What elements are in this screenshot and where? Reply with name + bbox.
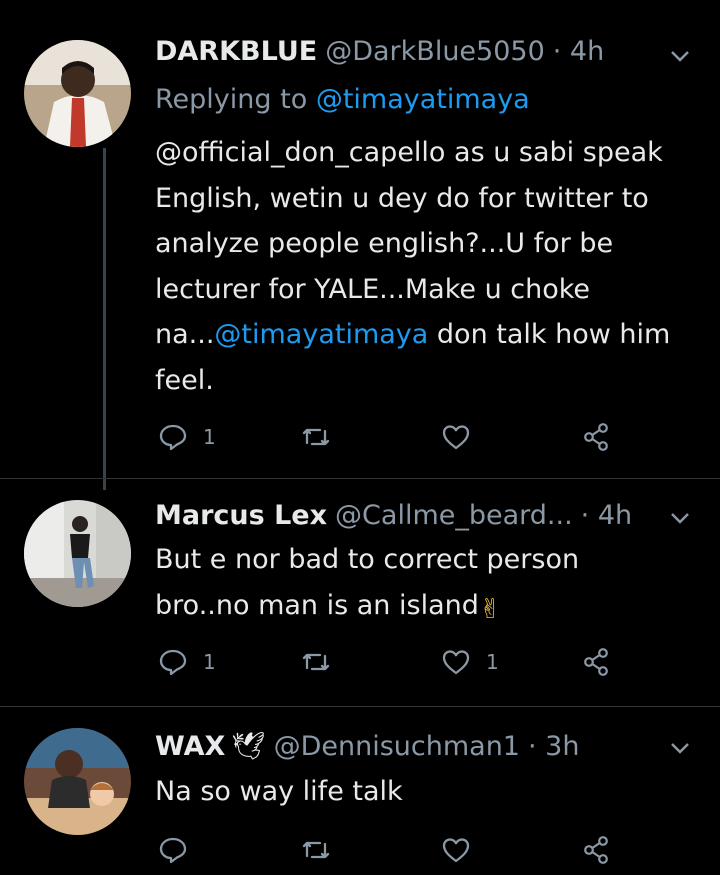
tweet-text: @official_don_capello as u sabi speak En… [155,130,670,403]
reply-icon [159,837,187,864]
reply-icon [159,424,187,451]
avatar[interactable] [24,40,131,147]
tweet-line-text: bro..no man is an island [155,589,479,621]
tweet-line: feel. [155,364,214,396]
avatar[interactable] [24,500,131,607]
like-button[interactable]: 1 [440,646,499,678]
author-row: WAX 🕊 @Dennisuchman1 · 3h [155,730,579,762]
tweet-text: But e nor bad to correct person bro..no … [155,537,579,632]
timestamp[interactable]: · 3h [528,731,579,762]
user-handle[interactable]: @Dennisuchman1 [274,731,520,762]
heart-icon [442,838,470,863]
replying-to-label: Replying to [155,84,316,115]
chevron-down-icon[interactable] [665,503,695,533]
reply-icon [159,649,187,676]
replying-to-mention[interactable]: @timayatimaya [316,84,530,115]
retweet-icon [302,841,330,859]
author-row: Marcus Lex @Callme_beard... · 4h [155,500,632,531]
tweet-darkblue[interactable]: DARKBLUE @DarkBlue5050 · 4h Replying to … [0,0,720,490]
like-button[interactable] [440,834,486,866]
tweet-line: But e nor bad to correct person [155,544,580,575]
display-name[interactable]: DARKBLUE [155,36,317,67]
share-button[interactable] [580,646,612,678]
mention-link[interactable]: @timayatimaya [214,319,428,350]
dove-emoji: 🕊 [231,731,266,762]
tweet-marcus-lex[interactable]: Marcus Lex @Callme_beard... · 4h But e n… [0,479,720,705]
tweet-line: English, wetin u dey do for twitter to [155,182,649,214]
share-button[interactable] [580,834,612,866]
tweet-line-start: na... [155,319,215,350]
tweet-line-end: don talk how him [428,319,671,350]
tweet-line: na...@timayatimaya don talk how him [155,312,670,358]
tweet-line: @official_don_capello as u sabi speak [155,137,663,168]
replying-to: Replying to @timayatimaya [155,84,530,115]
tweet-wax[interactable]: WAX 🕊 @Dennisuchman1 · 3h Na so way life… [0,707,720,875]
user-handle[interactable]: @DarkBlue5050 [325,36,545,67]
tweet-text: Na so way life talk [155,769,403,815]
display-name[interactable]: Marcus Lex [155,500,327,531]
author-row: DARKBLUE @DarkBlue5050 · 4h [155,36,604,67]
tweet-line: Na so way life talk [155,776,403,807]
share-icon [584,648,608,676]
share-icon [584,423,608,451]
victory-hand-emoji: ✌ [478,593,502,625]
heart-icon [442,650,470,675]
action-bar: 1 [0,417,720,457]
share-icon [584,836,608,864]
like-button[interactable] [440,421,486,453]
chevron-down-icon[interactable] [665,41,695,71]
reply-button[interactable]: 1 [157,646,216,678]
timestamp[interactable]: · 4h [553,36,604,67]
tweet-line: bro..no man is an island✌ [155,583,579,633]
tweet-line: lecturer for YALE...Make u choke [155,273,591,305]
tweet-line: analyze people english?...U for be [155,228,614,259]
timestamp[interactable]: · 4h [581,500,632,531]
retweet-icon [302,653,330,671]
chevron-down-icon[interactable] [665,733,695,763]
action-bar [0,834,720,874]
action-bar: 1 1 [0,646,720,686]
like-count: 1 [486,650,499,674]
reply-count: 1 [203,425,216,449]
user-handle[interactable]: @Callme_beard... [335,500,573,531]
retweet-icon [302,428,330,446]
reply-button[interactable] [157,834,203,866]
heart-icon [442,425,470,450]
reply-count: 1 [203,650,216,674]
avatar[interactable] [24,728,131,835]
display-name[interactable]: WAX [155,731,225,762]
reply-button[interactable]: 1 [157,421,216,453]
retweet-button[interactable] [300,834,346,866]
share-button[interactable] [580,421,612,453]
retweet-button[interactable] [300,646,346,678]
retweet-button[interactable] [300,421,346,453]
